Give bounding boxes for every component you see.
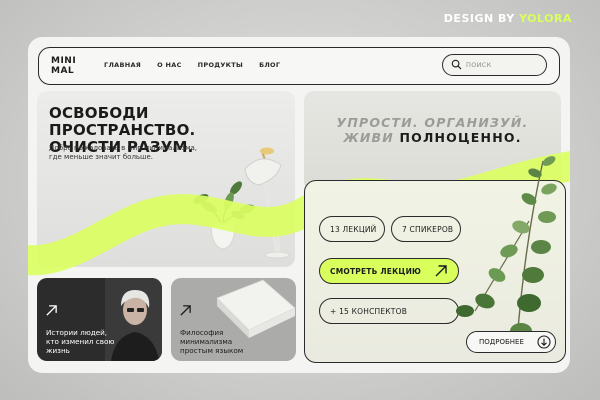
lectures-count-chip[interactable]: 13 ЛЕКЦИЙ [319,216,385,242]
arrow-down-circle-icon [537,335,551,349]
credit-brand: YOLORA [519,12,572,25]
design-credit: DESIGN BY YOLORA [443,12,572,25]
main-menu: ГЛАВНАЯ О НАС ПРОДУКТЫ БЛОГ [104,61,280,69]
website-frame: MINI MAL ГЛАВНАЯ О НАС ПРОДУКТЫ БЛОГ ПОИ… [28,37,570,373]
nav-link-about[interactable]: О НАС [157,61,182,69]
eucalyptus-branch-illustration [456,156,557,342]
philosophy-card[interactable]: Философия минимализма простым языком [171,278,296,361]
nav-link-home[interactable]: ГЛАВНАЯ [104,61,141,69]
nav-link-blog[interactable]: БЛОГ [259,61,280,69]
watch-lecture-label: СМОТРЕТЬ ЛЕКЦИЮ [330,266,422,276]
philosophy-card-text: Философия минимализма простым языком [180,328,244,355]
top-navigation: MINI MAL ГЛАВНАЯ О НАС ПРОДУКТЫ БЛОГ ПОИ… [38,47,560,85]
stories-card[interactable]: Истории людей, кто изменил свою жизнь [37,278,162,361]
search-input[interactable]: ПОИСК [442,54,547,76]
more-button[interactable]: ПОДРОБНЕЕ [466,331,556,353]
search-icon [451,59,462,70]
site-logo[interactable]: MINI MAL [51,56,76,76]
search-placeholder: ПОИСК [466,61,492,69]
stories-card-text: Истории людей, кто изменил свою жизнь [46,328,115,355]
arrow-up-right-icon [45,304,58,317]
more-label: ПОДРОБНЕЕ [479,338,524,346]
lecture-panel: 13 ЛЕКЦИЙ 7 СПИКЕРОВ СМОТРЕТЬ ЛЕКЦИЮ + 1… [304,156,566,363]
nav-link-products[interactable]: ПРОДУКТЫ [198,61,243,69]
arrow-up-right-icon [179,304,192,317]
